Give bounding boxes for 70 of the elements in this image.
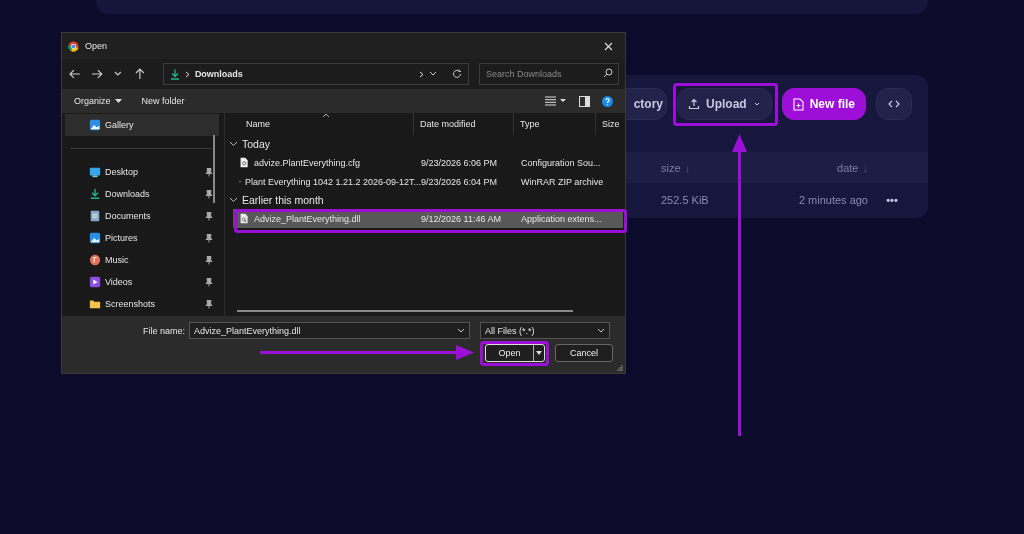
chevron-right-icon	[184, 70, 190, 78]
column-header[interactable]: size ↓	[661, 161, 781, 174]
back-icon[interactable]	[68, 67, 82, 81]
group-header[interactable]: Today	[225, 135, 625, 153]
search-field[interactable]: Search Downloads	[479, 63, 619, 85]
videos-icon	[89, 276, 101, 288]
file-type-dropdown[interactable]: All Files (*.*)	[480, 322, 610, 339]
chevron-down-icon	[597, 328, 605, 333]
table-cell-text: 252.5 KiB	[661, 194, 710, 206]
desktop-icon	[89, 166, 101, 178]
forward-icon[interactable]	[89, 67, 104, 81]
gallery-icon	[89, 119, 101, 131]
help-icon[interactable]	[602, 95, 613, 107]
download-icon	[169, 68, 180, 80]
chevron-down-icon[interactable]	[429, 71, 437, 77]
code-button[interactable]	[876, 88, 912, 120]
column-header[interactable]: Size	[595, 113, 625, 135]
documents-icon	[89, 210, 101, 222]
file-row[interactable]: advize.PlantEverything.cfg 9/23/2026 6:06 PM Configuration Sou...	[233, 153, 623, 172]
field-label: File name:	[141, 325, 186, 336]
view-list-icon[interactable]	[545, 96, 567, 106]
organize-menu[interactable]: Organize	[74, 96, 122, 106]
pictures-icon	[89, 232, 101, 244]
breadcrumb[interactable]: Downloads	[194, 69, 414, 79]
file-name-field[interactable]: Advize_PlantEverything.dll	[189, 322, 470, 339]
sidebar-item[interactable]: Screenshots	[65, 293, 219, 315]
sidebar-item[interactable]: Documents	[65, 205, 219, 227]
up-icon[interactable]	[133, 67, 147, 81]
close-icon[interactable]	[604, 41, 613, 51]
sidebar-item[interactable]: Desktop	[65, 161, 219, 183]
chevron-down-icon	[457, 328, 465, 333]
chevron-icon	[229, 197, 238, 203]
new-folder-button[interactable]: New folder	[141, 96, 185, 106]
sidebar-item[interactable]: Videos	[65, 271, 219, 293]
column-header[interactable]: Name	[225, 113, 413, 135]
chevron-right-icon	[419, 70, 424, 78]
sidebar-item[interactable]: Downloads	[65, 183, 219, 205]
upload-icon	[687, 98, 700, 110]
column-header[interactable]: Date modified	[413, 113, 513, 135]
sort-caret-icon	[322, 113, 330, 118]
downloads-icon	[89, 188, 101, 200]
refresh-icon[interactable]	[452, 69, 462, 79]
folder-icon	[89, 298, 101, 310]
column-header[interactable]: Type	[513, 113, 595, 135]
caret-icon	[752, 101, 761, 107]
file-plus-icon	[792, 97, 804, 111]
caret-icon	[114, 98, 122, 104]
sidebar-item[interactable]: Music	[65, 249, 219, 271]
search-icon	[603, 68, 613, 78]
column-header[interactable]: date ↓	[781, 161, 868, 174]
chevron-icon	[229, 141, 238, 147]
highlight-frame	[480, 341, 549, 366]
upload-button[interactable]: Upload	[676, 88, 772, 120]
window-title: Open	[85, 41, 109, 51]
sidebar-item[interactable]: Pictures	[65, 227, 219, 249]
resize-grip-icon[interactable]	[617, 365, 623, 371]
music-icon	[89, 254, 101, 266]
new-file-button[interactable]: New file	[781, 88, 866, 120]
preview-pane-icon[interactable]	[579, 95, 590, 107]
more-button[interactable]: •••	[868, 194, 916, 206]
code-icon	[888, 99, 900, 109]
group-header[interactable]: Earlier this month	[225, 191, 625, 209]
browser-logo-icon	[68, 40, 79, 52]
file-row[interactable]: Plant Everything 1042 1.21.2 2026-09-12T...9/23/2026 6:04 PM WinRAR ZIP archive	[233, 172, 623, 191]
table-cell-text: 2 minutes ago	[797, 194, 868, 206]
sidebar-item[interactable]: Gallery	[65, 114, 219, 136]
caret-icon	[536, 351, 542, 355]
cancel-button[interactable]: Cancel	[555, 344, 613, 362]
open-button[interactable]: Open	[485, 344, 545, 362]
address-bar[interactable]: Downloads	[162, 63, 469, 85]
